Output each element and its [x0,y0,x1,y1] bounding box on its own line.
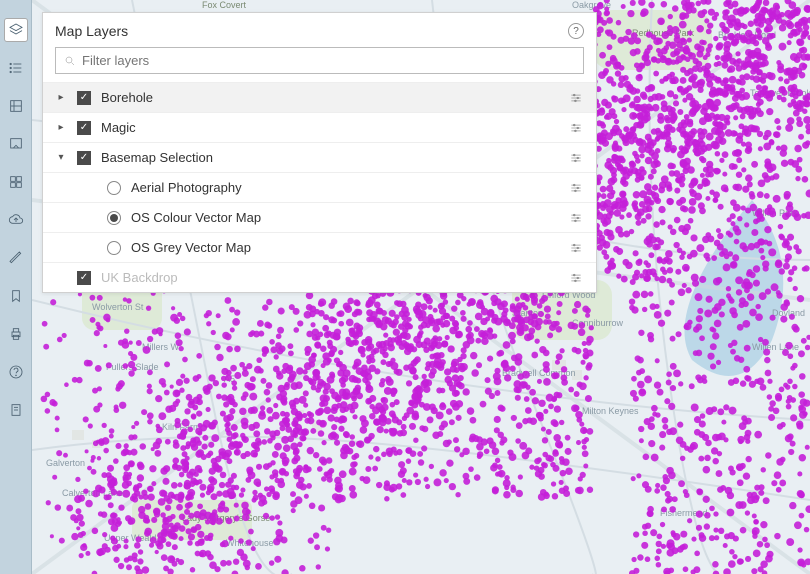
option-label[interactable]: OS Grey Vector Map [131,240,558,255]
chevron-down-icon[interactable]: ▾ [55,152,67,163]
option-label[interactable]: OS Colour Vector Map [131,210,558,225]
draw-tool-icon[interactable] [4,246,28,270]
export-tool-icon[interactable] [4,132,28,156]
layer-borehole[interactable]: ▸ Borehole [43,82,596,112]
basemap-option-grey[interactable]: OS Grey Vector Map [43,232,596,262]
layer-backdrop[interactable]: ▸ UK Backdrop [43,262,596,292]
report-tool-icon[interactable] [4,398,28,422]
help-icon[interactable]: ? [568,23,584,39]
panel-title: Map Layers [55,23,128,39]
option-label[interactable]: Aerial Photography [131,180,558,195]
radio-aerial[interactable] [107,181,121,195]
chevron-right-icon[interactable]: ▸ [55,92,67,103]
upload-tool-icon[interactable] [4,208,28,232]
radio-colour[interactable] [107,211,121,225]
layer-label[interactable]: Basemap Selection [101,150,558,165]
filter-layers-box[interactable] [55,47,584,74]
layer-label[interactable]: Magic [101,120,558,135]
layer-label[interactable]: Borehole [101,90,558,105]
layer-options-icon[interactable] [568,90,584,106]
map-label: Galverton [46,458,85,468]
search-icon [64,55,76,67]
layer-label: UK Backdrop [101,270,558,285]
layer-options-icon[interactable] [568,150,584,166]
bookmark-tool-icon[interactable] [4,284,28,308]
map-layers-panel: Map Layers ? ▸ Borehole ▸ [42,12,597,293]
filter-layers-input[interactable] [82,53,575,68]
tools-tool-icon[interactable] [4,94,28,118]
layers-tool-icon[interactable] [4,18,28,42]
map-label: Milton Keynes [582,406,639,416]
checkbox-basemap[interactable] [77,151,91,165]
print-tool-icon[interactable] [4,322,28,346]
map-label: Fox Covert [202,0,247,10]
layer-options-icon[interactable] [568,180,584,196]
map-label: Wolverton St [92,302,144,312]
basemap-option-colour[interactable]: OS Colour Vector Map [43,202,596,232]
layer-options-icon[interactable] [568,240,584,256]
assets-tool-icon[interactable] [4,170,28,194]
chevron-right-icon[interactable]: ▸ [55,122,67,133]
checkbox-borehole[interactable] [77,91,91,105]
layer-options-icon[interactable] [568,270,584,286]
help-tool-icon[interactable] [4,360,28,384]
layer-magic[interactable]: ▸ Magic [43,112,596,142]
layer-basemap[interactable]: ▾ Basemap Selection [43,142,596,172]
checkbox-magic[interactable] [77,121,91,135]
layer-options-icon[interactable] [568,120,584,136]
side-toolbar [0,0,32,574]
map-label: Dovland [772,308,805,318]
main-area: Fox Covert Redhouse Park Oakgrove Tongwe… [32,0,810,574]
legend-tool-icon[interactable] [4,56,28,80]
basemap-option-aerial[interactable]: Aerial Photography [43,172,596,202]
layer-options-icon[interactable] [568,210,584,226]
radio-grey[interactable] [107,241,121,255]
checkbox-backdrop[interactable] [77,271,91,285]
